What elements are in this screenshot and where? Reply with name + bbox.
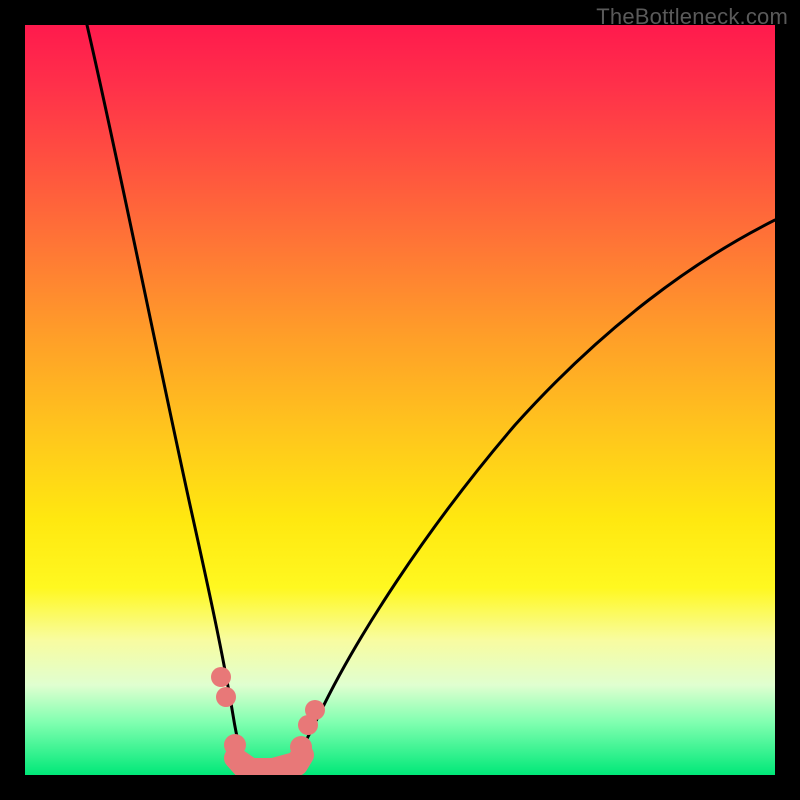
highlight-dot [224,734,246,756]
chart-frame: TheBottleneck.com [0,0,800,800]
optimal-region-marker [235,755,303,771]
bottleneck-curve [25,25,775,775]
curve-right-branch [293,220,775,765]
highlight-dot [216,687,236,707]
highlight-dot [290,736,312,758]
watermark-text: TheBottleneck.com [596,4,788,30]
curve-left-branch [87,25,247,765]
highlight-dot [211,667,231,687]
highlight-dot [305,700,325,720]
plot-area [25,25,775,775]
